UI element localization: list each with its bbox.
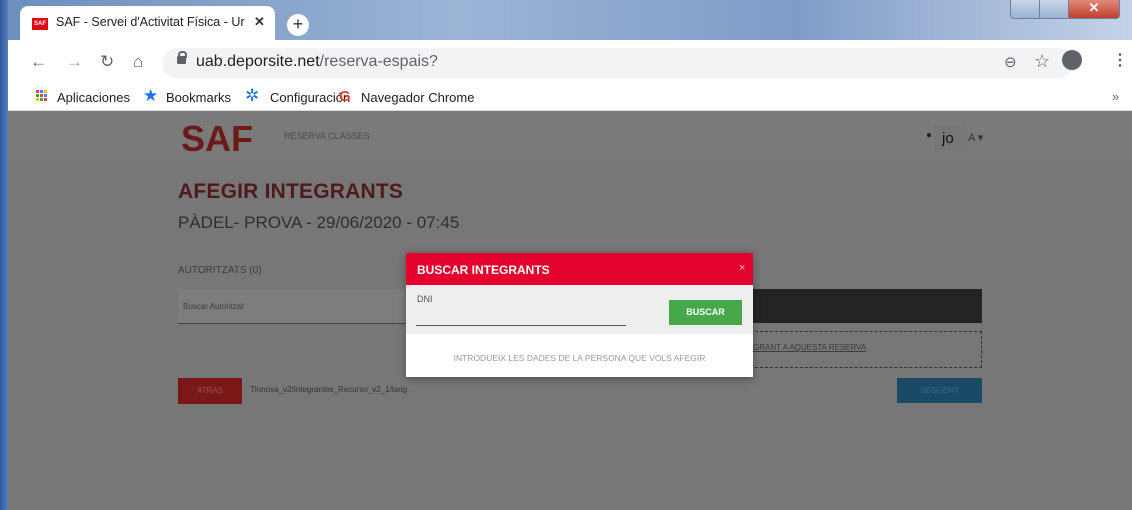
nav-reserva-classes[interactable]: RESERVA CLASSES [284, 131, 370, 141]
maximize-button[interactable] [1039, 0, 1069, 19]
bookmark-navegador-chrome[interactable]: Navegador Chrome [361, 90, 474, 105]
profile-icon[interactable] [1062, 50, 1082, 70]
reload-icon[interactable]: ↻ [100, 52, 114, 72]
modal-hint: INTRODUEIX LES DADES DE LA PERSONA QUE V… [453, 353, 706, 363]
modal-title: BUSCAR INTEGRANTS [417, 263, 550, 277]
apps-icon[interactable] [36, 90, 48, 102]
star-icon: ★ [143, 86, 159, 105]
autoritzats-label: AUTORITZATS (0) [178, 265, 262, 276]
atras-button[interactable]: ATRAS [178, 378, 242, 404]
zoom-icon[interactable]: ⊖ [1004, 53, 1017, 71]
saf-logo[interactable]: SAF [181, 121, 273, 155]
seguent-button[interactable]: SEGÜENT [897, 378, 982, 403]
lock-icon-body[interactable] [177, 56, 186, 64]
url-path: /reserva-espais? [319, 53, 438, 70]
dni-input[interactable] [416, 303, 626, 326]
back-icon[interactable]: ← [30, 52, 47, 72]
url-text[interactable]: uab.deporsite.net/reserva-espais? [196, 53, 438, 71]
more-bookmarks-button[interactable]: » [1112, 89, 1119, 104]
window-controls: ✕ [1010, 0, 1124, 20]
minimize-button[interactable] [1010, 0, 1040, 19]
menu-icon[interactable]: ⋮ [1112, 50, 1128, 70]
page-subtitle: PÀDEL- PROVA - 29/06/2020 - 07:45 [178, 213, 460, 232]
buscar-autoritzat-placeholder: Buscar Autoritzat [183, 302, 244, 311]
url-host: uab.deporsite.net [196, 53, 320, 70]
bookmark-aplicaciones[interactable]: Aplicaciones [57, 90, 130, 105]
user-icon: ● [926, 130, 933, 141]
tab-favicon: SAF [32, 18, 48, 30]
lang-key-text: Tlnnova_v2/Integrantes_Recurso_v2_1/lang [250, 385, 407, 394]
buscar-button[interactable]: BUSCAR [669, 300, 742, 325]
home-icon[interactable]: ⌂ [133, 52, 143, 72]
user-name[interactable]: jo [942, 130, 954, 147]
window-close-button[interactable]: ✕ [1068, 0, 1120, 19]
window-edge [0, 0, 8, 510]
integrants-header-bar [750, 289, 982, 323]
user-dropdown[interactable]: A ▾ [968, 131, 983, 144]
add-integrant-link[interactable]: GRANT A AQUESTA RESERVA [753, 343, 866, 352]
tab-title: SAF - Servei d'Activitat Física - Ur [56, 15, 245, 29]
close-icon[interactable]: × [739, 262, 745, 274]
gear-icon: ✲ [245, 86, 260, 105]
close-tab-icon[interactable]: ✕ [254, 14, 265, 30]
bookmark-bookmarks[interactable]: Bookmarks [166, 90, 231, 105]
new-tab-button[interactable]: + [287, 14, 309, 36]
star-icon[interactable]: ☆ [1034, 51, 1050, 72]
saf-logo-text: SAF [181, 121, 253, 155]
google-icon: G [339, 88, 351, 105]
page-title: AFEGIR INTEGRANTS [178, 180, 404, 203]
forward-icon[interactable]: → [66, 52, 83, 72]
